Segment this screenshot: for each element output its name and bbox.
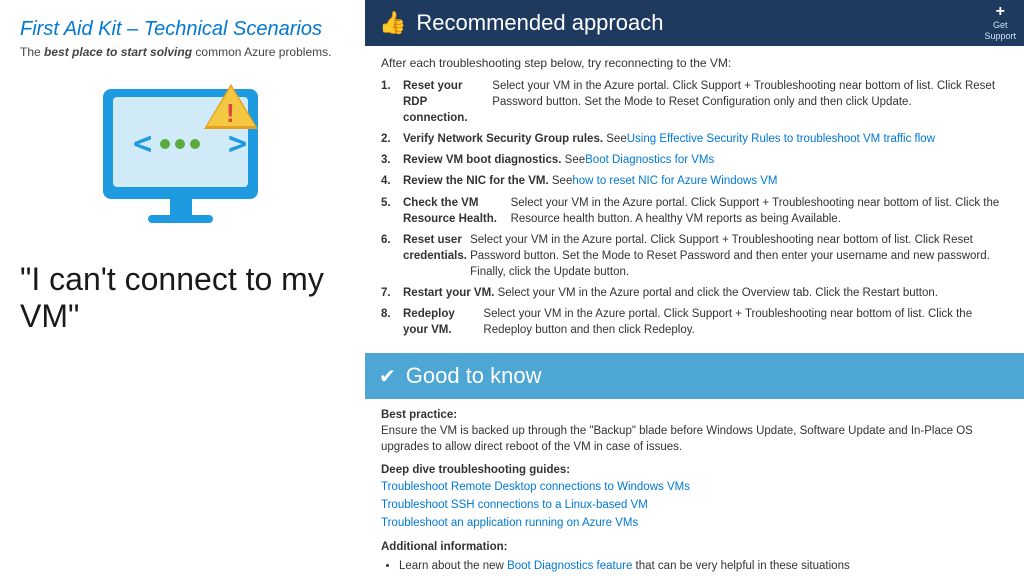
boot-diagnostics-link[interactable]: Boot Diagnostics feature — [507, 560, 632, 572]
recommended-heading: Recommended approach — [416, 10, 1008, 36]
best-practice-label: Best practice: — [381, 409, 1008, 421]
recommended-header: 👍 Recommended approach + GetSupport — [365, 0, 1024, 46]
deep-dive-links: Troubleshoot Remote Desktop connections … — [381, 478, 1008, 533]
step-7-bold: Restart your VM. — [403, 285, 494, 301]
plus-icon: + — [996, 4, 1005, 20]
best-practice-text: Ensure the VM is backed up through the "… — [381, 423, 1008, 455]
check-icon: ✔ — [379, 364, 396, 389]
get-support-button[interactable]: + GetSupport — [984, 4, 1016, 42]
deep-dive-link-2[interactable]: Troubleshoot SSH connections to a Linux-… — [381, 496, 1008, 514]
step-8-text: Select your VM in the Azure portal. Clic… — [483, 306, 1008, 338]
step-3-text: See — [565, 152, 585, 168]
step-4-link[interactable]: how to reset NIC for Azure Windows VM — [572, 173, 777, 189]
deep-dive-link-3[interactable]: Troubleshoot an application running on A… — [381, 514, 1008, 532]
page-title: First Aid Kit – Technical Scenarios — [20, 18, 345, 41]
thumbs-up-icon: 👍 — [379, 10, 406, 36]
step-2-bold: Verify Network Security Group rules. — [403, 131, 603, 147]
steps-list: Reset your RDP connection. Select your V… — [381, 78, 1008, 338]
step-3: Review VM boot diagnostics. See Boot Dia… — [381, 152, 1008, 168]
subtitle-rest: common Azure problems. — [192, 45, 331, 59]
step-1-text: Select your VM in the Azure portal. Clic… — [492, 78, 1008, 126]
vm-text: "I can't connect to my VM" — [20, 261, 345, 335]
step-3-link[interactable]: Boot Diagnostics for VMs — [585, 152, 714, 168]
additional-list: Learn about the new Boot Diagnostics fea… — [381, 557, 1008, 576]
step-7-text: Select your VM in the Azure portal and c… — [498, 285, 938, 301]
step-7: Restart your VM. Select your VM in the A… — [381, 285, 1008, 301]
deep-dive-label: Deep dive troubleshooting guides: — [381, 464, 1008, 476]
step-2: Verify Network Security Group rules. See… — [381, 131, 1008, 147]
page-subtitle: The best place to start solving common A… — [20, 45, 345, 59]
step-6-text: Select your VM in the Azure portal. Clic… — [470, 232, 1008, 280]
step-3-bold: Review VM boot diagnostics. — [403, 152, 561, 168]
monitor-svg: < > ! — [83, 79, 283, 239]
step-5: Check the VM Resource Health. Select you… — [381, 195, 1008, 227]
step-1-bold: Reset your RDP connection. — [403, 78, 489, 126]
step-6: Reset user credentials. Select your VM i… — [381, 232, 1008, 280]
step-4: Review the NIC for the VM. See how to re… — [381, 173, 1008, 189]
intro-text: After each troubleshooting step below, t… — [381, 56, 1008, 70]
step-4-text: See — [552, 173, 572, 189]
additional-item-1: Learn about the new Boot Diagnostics fea… — [399, 557, 1008, 575]
subtitle-bold: best place to start solving — [44, 45, 192, 59]
good-to-know-header: ✔ Good to know — [365, 353, 1024, 399]
step-2-text: See — [606, 131, 626, 147]
svg-text:<: < — [133, 124, 152, 162]
subtitle-normal: The — [20, 45, 44, 59]
step-5-bold: Check the VM Resource Health. — [403, 195, 507, 227]
svg-text:>: > — [228, 124, 247, 162]
step-8-bold: Redeploy your VM. — [403, 306, 480, 338]
step-2-link[interactable]: Using Effective Security Rules to troubl… — [627, 131, 935, 147]
step-6-bold: Reset user credentials. — [403, 232, 467, 280]
deep-dive-link-1[interactable]: Troubleshoot Remote Desktop connections … — [381, 478, 1008, 496]
step-8: Redeploy your VM. Select your VM in the … — [381, 306, 1008, 338]
get-support-label: GetSupport — [984, 20, 1016, 42]
step-4-bold: Review the NIC for the VM. — [403, 173, 549, 189]
good-to-know-content: Best practice: Ensure the VM is backed u… — [365, 399, 1024, 576]
left-panel: First Aid Kit – Technical Scenarios The … — [0, 0, 365, 576]
additional-label: Additional information: — [381, 541, 1008, 553]
step-5-text: Select your VM in the Azure portal. Clic… — [511, 195, 1008, 227]
good-to-know-heading: Good to know — [406, 363, 542, 389]
main-content: After each troubleshooting step below, t… — [365, 46, 1024, 353]
right-panel: 👍 Recommended approach + GetSupport Afte… — [365, 0, 1024, 576]
monitor-illustration: < > ! — [20, 79, 345, 239]
step-1: Reset your RDP connection. Select your V… — [381, 78, 1008, 126]
svg-text:!: ! — [226, 98, 235, 128]
